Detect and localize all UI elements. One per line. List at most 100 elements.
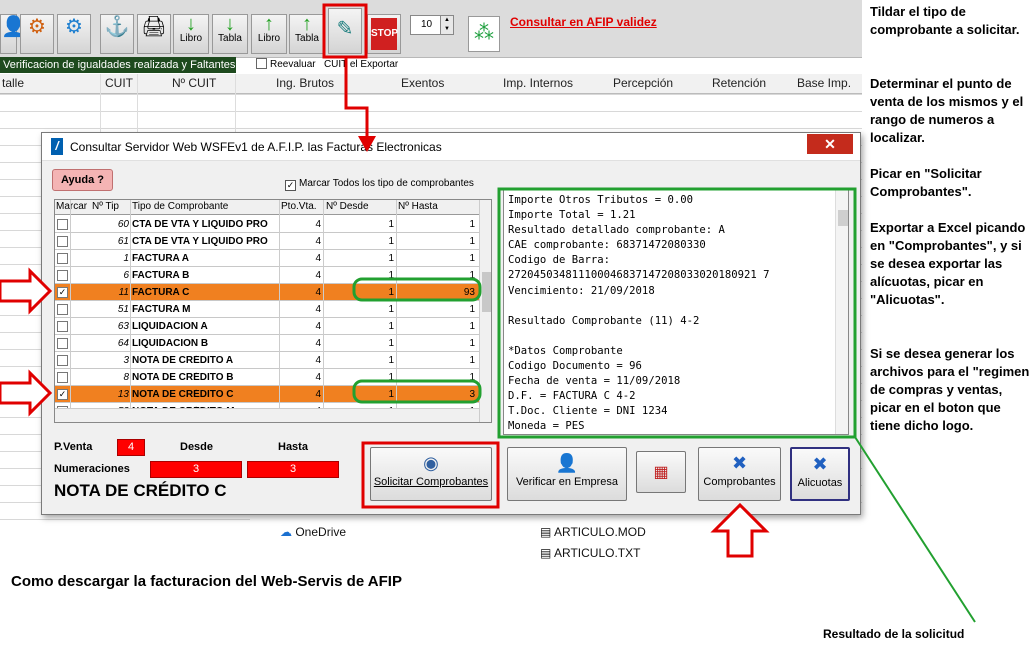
stepper-arrows-icon[interactable]: ▲ ▼ xyxy=(440,16,453,34)
toolbar-button-anchor[interactable]: ⚓ xyxy=(100,14,134,54)
row-checkbox[interactable]: ✓ xyxy=(57,287,68,298)
grid-col[interactable]: Ing. Brutos xyxy=(276,76,334,90)
toolbar-button-stop[interactable]: STOP xyxy=(367,14,401,54)
app-icon: / xyxy=(51,138,63,155)
col-header[interactable]: Nº Tip xyxy=(92,201,119,212)
table-row[interactable]: 51 FACTURA M 4 1 1 xyxy=(55,301,479,318)
comprobantes-button[interactable]: ✖ Comprobantes xyxy=(698,447,781,501)
cell-pto: 4 xyxy=(315,389,321,400)
grid-col[interactable]: Exentos xyxy=(401,76,444,90)
cell-num: 11 xyxy=(118,287,129,298)
voucher-type-table: Marcar Nº Tip Tipo de Comprobante Pto.Vt… xyxy=(54,199,492,423)
result-line: Resultado Comprobante (11) 4-2 xyxy=(508,314,700,327)
toolbar-button-network[interactable]: ⁂ xyxy=(468,16,500,52)
toolbar-button-settings[interactable]: ⚙ xyxy=(57,14,91,54)
grid-col[interactable]: talle xyxy=(2,76,24,90)
grid-col[interactable]: Retención xyxy=(712,76,766,90)
cell-desde: 1 xyxy=(388,338,394,349)
cell-desde: 1 xyxy=(388,236,394,247)
result-scrollbar[interactable] xyxy=(835,190,848,434)
table-header: Marcar Nº Tip Tipo de Comprobante Pto.Vt… xyxy=(55,200,479,215)
row-checkbox[interactable] xyxy=(57,372,68,383)
file-item[interactable]: ▤ ARTICULO.MOD xyxy=(540,525,646,539)
toolbar-button-gear[interactable]: ⚙ xyxy=(20,14,54,54)
toolbar-button-partial[interactable]: 👤 xyxy=(0,14,26,54)
result-lines: Importe Otros Tributos = 0.00 Importe Tot… xyxy=(508,193,844,434)
table-row[interactable]: 63 LIQUIDACION A 4 1 1 xyxy=(55,318,479,335)
table-row[interactable]: 1 FACTURA A411 xyxy=(55,250,479,267)
toolbar-button-printer[interactable]: 🖨 xyxy=(137,14,171,54)
scroll-thumb[interactable] xyxy=(838,210,848,226)
grid-col[interactable]: CUIT xyxy=(105,76,133,90)
onedrive-item[interactable]: ☁ OneDrive xyxy=(280,525,346,539)
col-header[interactable]: Nº Desde xyxy=(326,201,369,212)
check-icon[interactable]: ✓ xyxy=(285,180,296,191)
cell-desde: 1 xyxy=(388,287,394,298)
col-header[interactable]: Nº Hasta xyxy=(398,201,438,212)
row-checkbox[interactable] xyxy=(57,355,68,366)
dialog-titlebar[interactable]: / Consultar Servidor Web WSFEv1 de A.F.I… xyxy=(42,133,860,161)
hasta-input[interactable]: 3 xyxy=(247,461,339,478)
cell-hasta: 93 xyxy=(463,287,475,298)
row-checkbox[interactable] xyxy=(57,321,68,332)
solicitar-button[interactable]: ◉ Solicitar Comprobantes xyxy=(370,447,492,501)
row-checkbox[interactable]: ✓ xyxy=(57,389,68,400)
pventa-input[interactable]: 4 xyxy=(117,439,145,456)
cell-hasta: 1 xyxy=(469,304,475,315)
regimen-button[interactable]: ▦ xyxy=(636,451,686,493)
arrow-down-icon: ↓ xyxy=(186,13,196,35)
row-checkbox[interactable] xyxy=(57,304,68,315)
cell-tipo: CTA DE VTA Y LIQUIDO PRO xyxy=(132,219,268,230)
toolbar-button-tabla-down[interactable]: ↓ Tabla xyxy=(212,14,248,54)
cell-num: 13 xyxy=(117,389,129,400)
toolbar-button-afip[interactable]: ✎ xyxy=(328,8,362,54)
grid-col[interactable]: Percepción xyxy=(613,76,673,90)
row-checkbox[interactable] xyxy=(57,338,68,349)
alicuotas-button[interactable]: ✖ Alicuotas xyxy=(790,447,850,501)
toolbar-button-tabla-up[interactable]: ↑ Tabla xyxy=(289,14,325,54)
instruction-step2: Determinar el punto de venta de los mism… xyxy=(870,76,1024,145)
table-row[interactable]: 3 NOTA DE CRÉDITO A 4 1 1 xyxy=(55,352,479,369)
result-textarea[interactable]: Importe Otros Tributos = 0.00 Importe Tot… xyxy=(503,189,849,435)
reevaluar-checkbox[interactable]: Reevaluar CUIT el Exportar xyxy=(256,58,398,72)
table-row[interactable]: 64 LIQUIDACION B 4 1 1 xyxy=(55,335,479,352)
table-hscroll[interactable] xyxy=(55,408,479,422)
col-header[interactable]: Pto.Vta. xyxy=(281,201,317,212)
table-vscroll[interactable] xyxy=(479,200,491,422)
interval-stepper[interactable]: 10 ▲ ▼ xyxy=(410,15,454,35)
help-button[interactable]: Ayuda ? xyxy=(52,169,113,191)
table-row[interactable]: ✓ 11 FACTURA C 4 1 93 xyxy=(55,284,479,301)
table-row[interactable]: 61 CTA DE VTA Y LIQUIDO PRO 4 1 1 xyxy=(55,233,479,250)
col-header[interactable]: Marcar xyxy=(56,201,87,212)
col-header[interactable]: Tipo de Comprobante xyxy=(132,201,228,212)
cell-pto: 4 xyxy=(315,338,321,349)
row-checkbox[interactable] xyxy=(57,253,68,264)
file-item[interactable]: ▤ ARTICULO.TXT xyxy=(540,546,640,560)
checkbox-box[interactable] xyxy=(256,58,267,69)
row-checkbox[interactable] xyxy=(57,236,68,247)
cell-tipo: LIQUIDACION B xyxy=(132,338,209,349)
toolbar-button-libro-down[interactable]: ↓ Libro xyxy=(173,14,209,54)
desde-input[interactable]: 3 xyxy=(150,461,242,478)
table-row[interactable]: ✓ 13 NOTA DE CRÉDITO C413 xyxy=(55,386,479,403)
cell-hasta: 3 xyxy=(469,389,475,400)
mark-all-checkbox[interactable]: ✓ Marcar Todos los tipo de comprobantes xyxy=(285,178,474,191)
afip-validate-link[interactable]: Consultar en AFIP validez xyxy=(510,15,657,29)
instruction-step4: Exportar a Excel picando en "Comprobante… xyxy=(870,220,1026,307)
table-row[interactable]: 60 CTA DE VTA Y LIQUIDO PRO 4 1 1 xyxy=(55,216,479,233)
row-checkbox[interactable] xyxy=(57,270,68,281)
consult-dialog: / Consultar Servidor Web WSFEv1 de A.F.I… xyxy=(41,132,861,515)
toolbar-button-libro-up[interactable]: ↑ Libro xyxy=(251,14,287,54)
verificar-button[interactable]: 👤 Verificar en Empresa xyxy=(507,447,627,501)
table-row[interactable]: 6 FACTURA B 4 1 1 xyxy=(55,267,479,284)
grid-col[interactable]: Base Imp. xyxy=(797,76,851,90)
printer-icon: 🖨 xyxy=(141,16,167,38)
scroll-thumb[interactable] xyxy=(482,272,491,312)
cloud-icon: ☁ xyxy=(280,525,292,539)
grid-col[interactable]: Imp. Internos xyxy=(503,76,573,90)
close-button[interactable]: ✕ xyxy=(807,134,853,154)
cell-hasta: 1 xyxy=(469,253,475,264)
table-row[interactable]: 8 NOTA DE CRÉDITO B 4 1 1 xyxy=(55,369,479,386)
row-checkbox[interactable] xyxy=(57,219,68,230)
grid-col[interactable]: Nº CUIT xyxy=(172,76,216,90)
